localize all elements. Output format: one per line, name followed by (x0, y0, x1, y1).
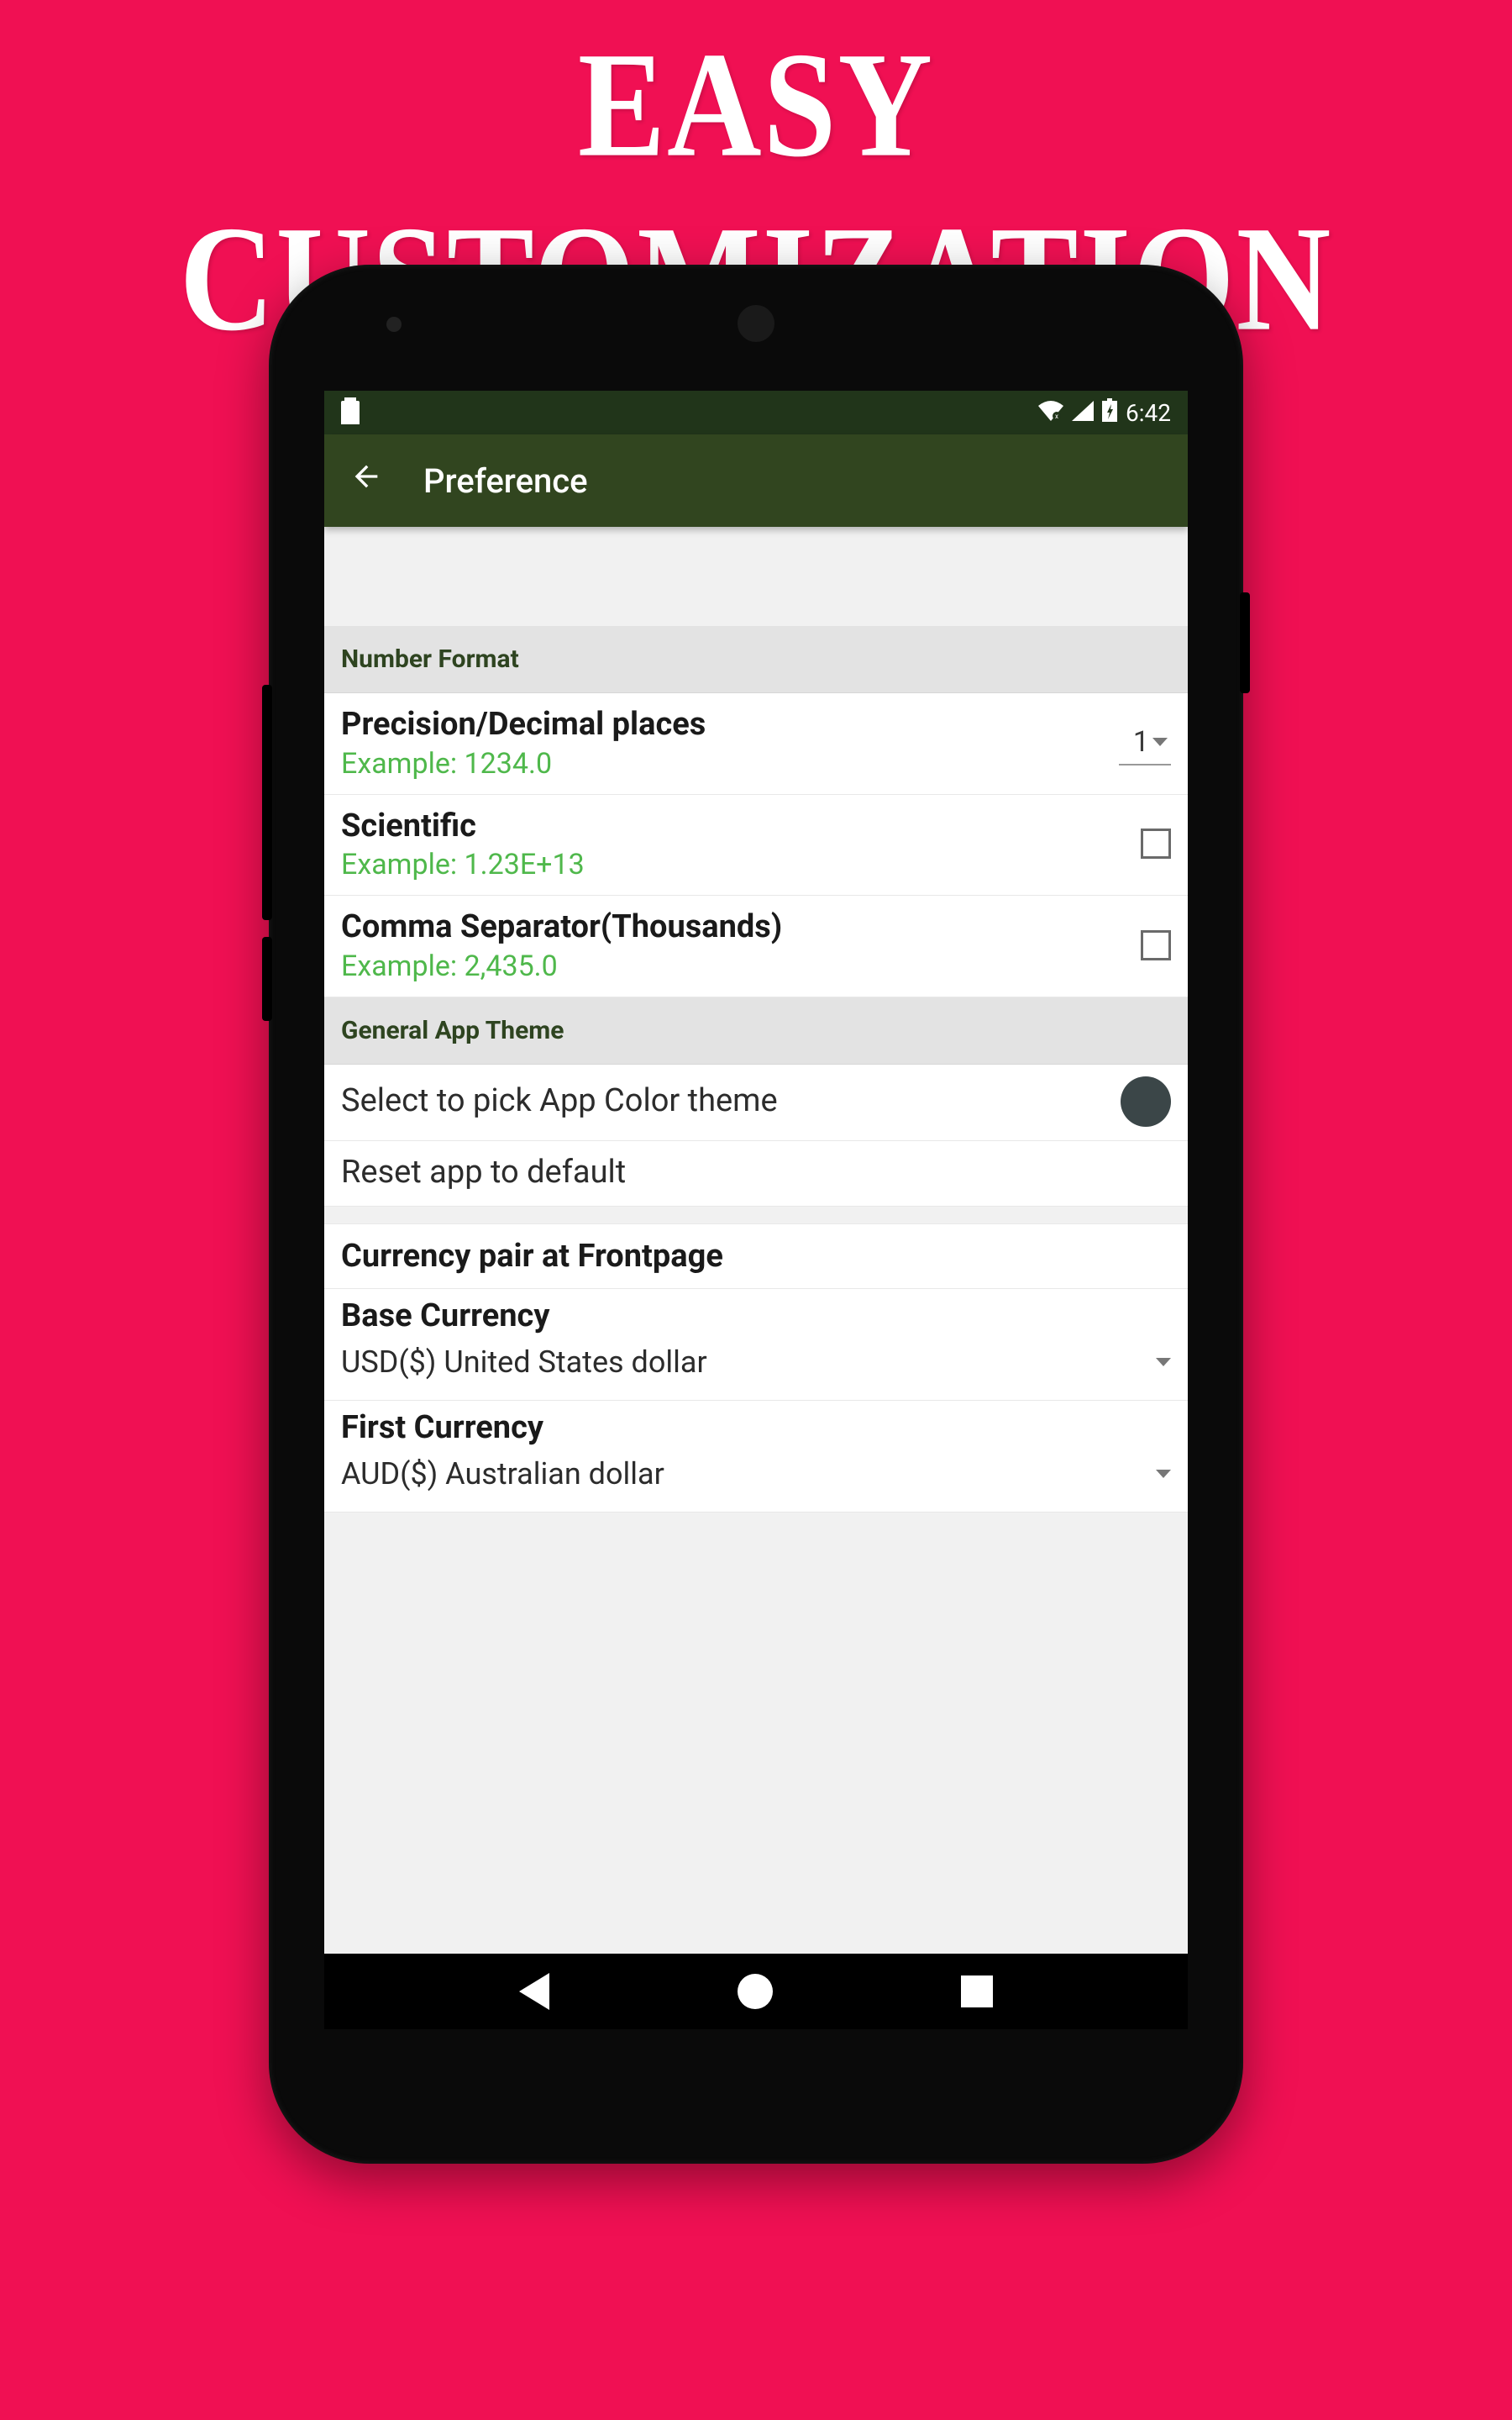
triangle-back-icon (519, 1973, 549, 2010)
precision-title: Precision/Decimal places (341, 705, 1119, 745)
page-title: Preference (423, 461, 588, 501)
chevron-down-icon (1156, 1470, 1171, 1478)
chevron-down-icon (1152, 738, 1168, 746)
status-bar: x 6:42 (324, 391, 1188, 434)
first-currency-value: AUD($) Australian dollar (341, 1456, 664, 1491)
section-general-theme: General App Theme (324, 997, 1188, 1065)
base-currency-label: Base Currency (341, 1297, 1171, 1334)
screen: x 6:42 Preference Number Format (324, 391, 1188, 2029)
comma-example: Example: 2,435.0 (341, 950, 1141, 983)
scientific-example: Example: 1.23E+13 (341, 848, 1141, 881)
reset-label: Reset app to default (341, 1153, 626, 1193)
phone-speaker (738, 305, 774, 342)
nav-back-button[interactable] (519, 1973, 549, 2010)
base-currency-select[interactable]: USD($) United States dollar (341, 1339, 1171, 1385)
precision-value: 1 (1133, 725, 1149, 759)
precision-dropdown[interactable]: 1 (1119, 720, 1171, 765)
chevron-down-icon (1156, 1358, 1171, 1366)
row-base-currency[interactable]: Base Currency USD($) United States dolla… (324, 1289, 1188, 1401)
signal-icon (1072, 399, 1094, 427)
volume-button-2 (262, 937, 272, 1021)
color-swatch-icon[interactable] (1121, 1076, 1171, 1127)
row-scientific[interactable]: Scientific Example: 1.23E+13 (324, 795, 1188, 897)
nav-recent-button[interactable] (961, 1975, 993, 2007)
battery-icon (1102, 398, 1117, 428)
section-number-format: Number Format (324, 626, 1188, 693)
circle-home-icon (738, 1974, 773, 2009)
top-spacer (324, 527, 1188, 626)
nav-home-button[interactable] (738, 1974, 773, 2009)
row-reset-default[interactable]: Reset app to default (324, 1141, 1188, 1207)
phone-camera (386, 317, 402, 332)
back-arrow-icon[interactable] (349, 459, 383, 502)
sd-card-icon (341, 401, 360, 424)
color-theme-label: Select to pick App Color theme (341, 1081, 778, 1122)
base-currency-value: USD($) United States dollar (341, 1344, 707, 1380)
scientific-checkbox[interactable] (1141, 829, 1171, 859)
comma-checkbox[interactable] (1141, 930, 1171, 960)
app-bar: Preference (324, 434, 1188, 527)
scientific-title: Scientific (341, 807, 1141, 847)
square-recent-icon (961, 1975, 993, 2007)
svg-text:x: x (1055, 413, 1058, 420)
wifi-icon: x (1038, 399, 1063, 427)
comma-title: Comma Separator(Thousands) (341, 908, 1141, 948)
row-first-currency[interactable]: First Currency AUD($) Australian dollar (324, 1401, 1188, 1512)
status-time: 6:42 (1126, 399, 1171, 427)
precision-example: Example: 1234.0 (341, 747, 1119, 781)
first-currency-select[interactable]: AUD($) Australian dollar (341, 1451, 1171, 1497)
row-comma-separator[interactable]: Comma Separator(Thousands) Example: 2,43… (324, 896, 1188, 997)
nav-bar (324, 1954, 1188, 2029)
row-precision[interactable]: Precision/Decimal places Example: 1234.0… (324, 693, 1188, 795)
row-color-theme[interactable]: Select to pick App Color theme (324, 1065, 1188, 1141)
first-currency-label: First Currency (341, 1409, 1171, 1446)
volume-button (262, 685, 272, 920)
content-area: Number Format Precision/Decimal places E… (324, 527, 1188, 1954)
power-button (1240, 592, 1250, 693)
phone-frame: x 6:42 Preference Number Format (269, 265, 1243, 2164)
currency-pair-title: Currency pair at Frontpage (341, 1238, 1171, 1275)
row-currency-pair-title: Currency pair at Frontpage (324, 1223, 1188, 1289)
